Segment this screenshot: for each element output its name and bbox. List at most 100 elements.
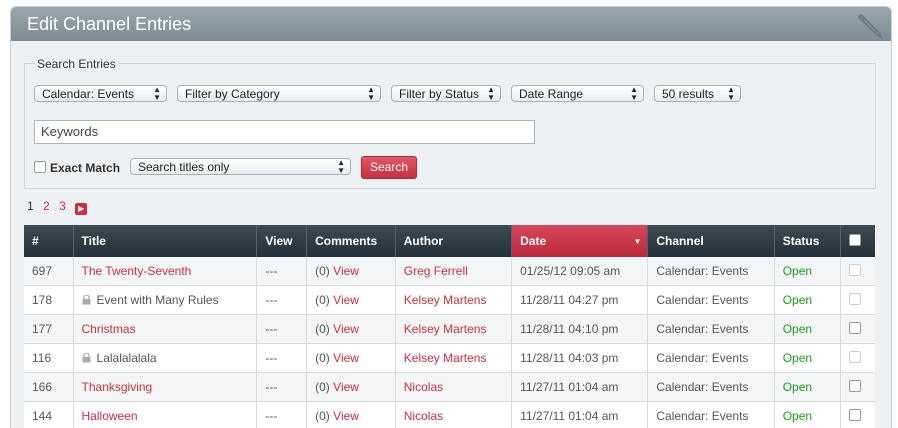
entry-status: Open — [774, 315, 841, 344]
entry-author-link[interactable]: Nicolas — [395, 402, 511, 428]
entry-author-link[interactable]: Kelsey Martens — [395, 286, 511, 315]
table-row: 144 Halloween --- (0) View Nicolas 11/27… — [24, 402, 875, 428]
entry-title-link[interactable]: Christmas — [73, 315, 257, 344]
category-filter-value: Filter by Category — [185, 87, 280, 101]
select-arrows-icon: ▲▼ — [630, 86, 638, 102]
comments-view-link[interactable]: View — [333, 264, 359, 278]
entry-checkbox[interactable] — [849, 351, 861, 363]
table-header-row: # Title View Comments Author Date ▼ Chan… — [24, 225, 875, 257]
entry-checkbox[interactable] — [849, 293, 861, 305]
entry-view: --- — [257, 373, 307, 402]
entry-select-cell[interactable] — [841, 402, 875, 428]
entry-checkbox[interactable] — [849, 380, 861, 392]
entry-checkbox[interactable] — [849, 322, 861, 334]
select-arrows-icon: ▲▼ — [153, 86, 161, 102]
comments-count: (0) — [315, 409, 330, 423]
results-value: 50 results — [662, 87, 714, 101]
entry-comments: (0) View — [307, 257, 396, 286]
entry-author-link[interactable]: Nicolas — [395, 373, 511, 402]
comments-view-link[interactable]: View — [333, 380, 359, 394]
column-header-view[interactable]: View — [257, 225, 307, 257]
category-filter-select[interactable]: Filter by Category ▲▼ — [177, 85, 381, 102]
channel-filter-select[interactable]: Calendar: Events ▲▼ — [34, 85, 167, 102]
entry-date: 01/25/12 09:05 am — [512, 257, 648, 286]
entry-select-cell[interactable] — [841, 373, 875, 402]
pagination: 1 2 3 ▶ — [27, 199, 93, 215]
entry-author-link[interactable]: Greg Ferrell — [395, 257, 511, 286]
entry-id: 116 — [24, 344, 73, 373]
comments-view-link[interactable]: View — [333, 351, 359, 365]
entry-date: 11/27/11 01:04 am — [512, 373, 648, 402]
table-row: 697 The Twenty-Seventh --- (0) View Greg… — [24, 257, 875, 286]
select-all-checkbox[interactable] — [849, 234, 861, 246]
comments-view-link[interactable]: View — [333, 322, 359, 336]
search-button[interactable]: Search — [361, 156, 417, 179]
entry-view: --- — [257, 315, 307, 344]
entries-table: # Title View Comments Author Date ▼ Chan… — [24, 225, 875, 428]
entry-author-link[interactable]: Kelsey Martens — [395, 344, 511, 373]
entry-select-cell[interactable] — [841, 315, 875, 344]
comments-count: (0) — [315, 351, 330, 365]
table-row: 178 Event with Many Rules --- (0) View K… — [24, 286, 875, 315]
date-range-select[interactable]: Date Range ▲▼ — [511, 85, 644, 102]
search-entries-box: Search Entries Calendar: Events ▲▼ Filte… — [24, 63, 876, 189]
column-header-status[interactable]: Status — [774, 225, 841, 257]
column-header-comments[interactable]: Comments — [307, 225, 396, 257]
entry-channel: Calendar: Events — [648, 257, 774, 286]
column-header-date[interactable]: Date ▼ — [512, 225, 648, 257]
entry-comments: (0) View — [307, 286, 396, 315]
entry-title-link[interactable]: Halloween — [73, 402, 257, 428]
search-legend: Search Entries — [35, 57, 118, 71]
entry-status: Open — [774, 344, 841, 373]
entry-id: 166 — [24, 373, 73, 402]
comments-count: (0) — [315, 380, 330, 394]
select-arrows-icon: ▲▼ — [487, 86, 495, 102]
results-per-page-select[interactable]: 50 results ▲▼ — [654, 85, 741, 102]
column-header-author[interactable]: Author — [395, 225, 511, 257]
entry-view: --- — [257, 257, 307, 286]
keywords-input[interactable]: Keywords — [34, 120, 535, 144]
next-page-icon[interactable]: ▶ — [75, 203, 87, 215]
entry-select-cell[interactable] — [841, 344, 875, 373]
select-arrows-icon: ▲▼ — [367, 86, 375, 102]
entry-view: --- — [257, 344, 307, 373]
select-arrows-icon: ▲▼ — [727, 86, 735, 102]
page-link-1[interactable]: 1 — [27, 199, 34, 213]
entry-title-text: Event with Many Rules — [97, 293, 219, 307]
entry-title-link[interactable]: The Twenty-Seventh — [73, 257, 257, 286]
entry-comments: (0) View — [307, 315, 396, 344]
entry-view: --- — [257, 402, 307, 428]
date-range-value: Date Range — [519, 87, 583, 101]
column-header-id[interactable]: # — [24, 225, 73, 257]
entry-status: Open — [774, 402, 841, 428]
column-header-title[interactable]: Title — [73, 225, 257, 257]
lock-icon — [82, 295, 91, 305]
column-header-channel[interactable]: Channel — [648, 225, 774, 257]
entry-author-link[interactable]: Kelsey Martens — [395, 315, 511, 344]
table-row: 177 Christmas --- (0) View Kelsey Marten… — [24, 315, 875, 344]
exact-match-option[interactable]: Exact Match — [34, 161, 120, 175]
table-row: 166 Thanksgiving --- (0) View Nicolas 11… — [24, 373, 875, 402]
entry-id: 178 — [24, 286, 73, 315]
page-link-3[interactable]: 3 — [59, 199, 66, 213]
comments-view-link[interactable]: View — [333, 409, 359, 423]
entry-checkbox[interactable] — [849, 409, 861, 421]
exact-match-checkbox[interactable] — [34, 161, 46, 173]
entry-select-cell[interactable] — [841, 286, 875, 315]
entry-checkbox[interactable] — [849, 264, 861, 276]
panel-header: Edit Channel Entries — [11, 7, 891, 41]
sort-descending-icon: ▼ — [633, 237, 641, 246]
entry-title: Lalalalalala — [73, 344, 257, 373]
column-header-select-all[interactable] — [841, 225, 875, 257]
search-scope-select[interactable]: Search titles only ▲▼ — [130, 158, 351, 175]
entry-title-link[interactable]: Thanksgiving — [73, 373, 257, 402]
entry-date: 11/27/11 01:04 am — [512, 402, 648, 428]
entry-comments: (0) View — [307, 344, 396, 373]
entry-status: Open — [774, 373, 841, 402]
entry-comments: (0) View — [307, 373, 396, 402]
page-link-2[interactable]: 2 — [43, 199, 50, 213]
entry-id: 177 — [24, 315, 73, 344]
entry-select-cell[interactable] — [841, 257, 875, 286]
comments-view-link[interactable]: View — [333, 293, 359, 307]
status-filter-select[interactable]: Filter by Status ▲▼ — [391, 85, 501, 102]
